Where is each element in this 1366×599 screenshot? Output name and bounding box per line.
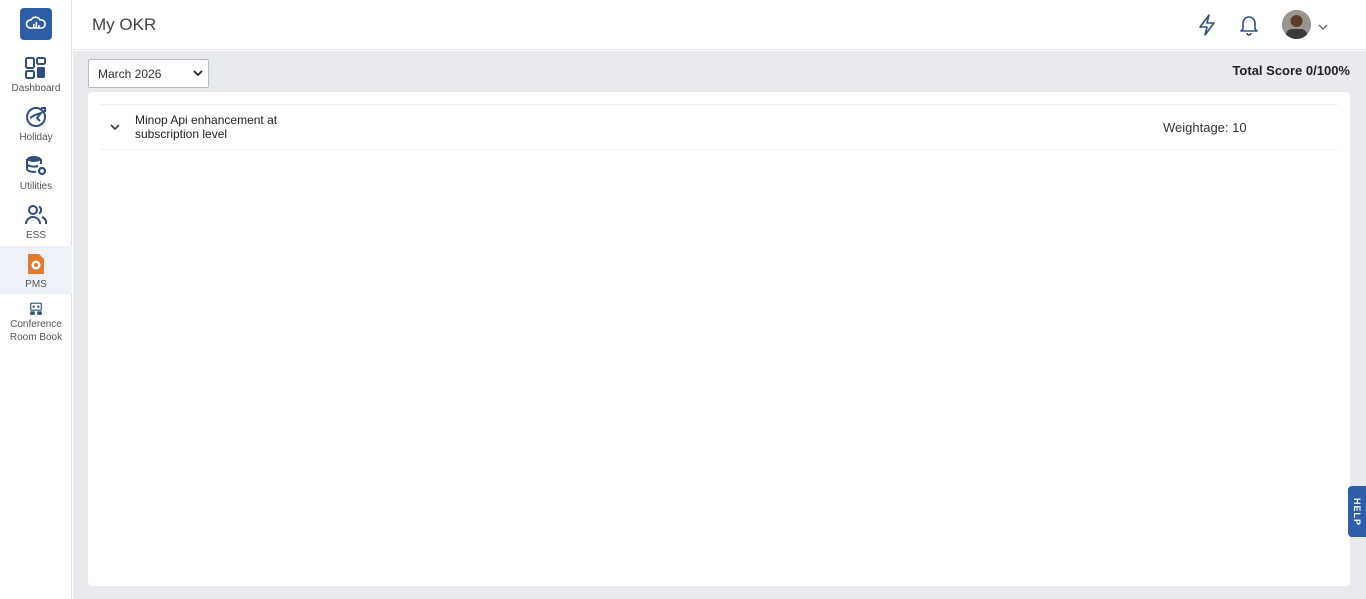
month-select[interactable]: March 2026 xyxy=(88,59,209,88)
sidebar-item-utilities[interactable]: Utilities xyxy=(0,148,72,196)
sidebar-item-conference-room-book[interactable]: Conference Room Book xyxy=(0,296,72,344)
help-button[interactable]: HELP xyxy=(1348,486,1366,537)
sidebar-item-label: Utilities xyxy=(19,181,53,192)
cloud-logo-icon[interactable] xyxy=(20,8,52,40)
chevron-down-icon xyxy=(193,70,203,77)
total-score: Total Score 0/100% xyxy=(1232,63,1350,78)
dashboard-icon xyxy=(25,57,46,79)
ess-icon xyxy=(25,205,48,225)
sidebar-item-holiday[interactable]: Holiday xyxy=(0,99,72,147)
sidebar-item-dashboard[interactable]: Dashboard xyxy=(0,50,72,98)
okr-panel: Minop Api enhancement at subscription le… xyxy=(88,92,1350,586)
page-title: My OKR xyxy=(92,15,157,34)
sidebar-item-pms[interactable]: PMS xyxy=(0,246,72,294)
okr-row[interactable]: Minop Api enhancement at subscription le… xyxy=(100,104,1338,150)
help-label: HELP xyxy=(1352,497,1363,526)
conference-room-icon xyxy=(30,302,42,315)
avatar[interactable] xyxy=(1282,10,1311,39)
sidebar-item-label: Holiday xyxy=(19,132,53,143)
main-content: March 2026 Total Score 0/100% Minop Api … xyxy=(73,51,1366,599)
sidebar-item-label: ESS xyxy=(25,230,46,241)
okr-title: Minop Api enhancement at subscription le… xyxy=(135,113,278,141)
sidebar-item-ess[interactable]: ESS xyxy=(0,197,72,245)
sidebar-item-label: Dashboard xyxy=(11,83,61,94)
okr-weightage: Weightage: 10 xyxy=(1163,120,1247,135)
lightning-icon[interactable] xyxy=(1197,14,1217,41)
top-header: My OKR xyxy=(73,0,1366,50)
chevron-down-icon[interactable] xyxy=(109,122,121,132)
holiday-icon xyxy=(26,107,46,127)
utilities-icon xyxy=(26,156,47,176)
sidebar-item-label: Conference Room Book xyxy=(9,319,63,343)
bell-icon[interactable] xyxy=(1239,14,1259,41)
month-select-value: March 2026 xyxy=(98,66,162,81)
pms-icon xyxy=(28,254,44,274)
chevron-down-icon[interactable] xyxy=(1318,18,1328,36)
sidebar-item-label: PMS xyxy=(25,279,47,290)
sidebar: Dashboard Holiday Utilities ESS PMS Conf… xyxy=(0,0,72,599)
